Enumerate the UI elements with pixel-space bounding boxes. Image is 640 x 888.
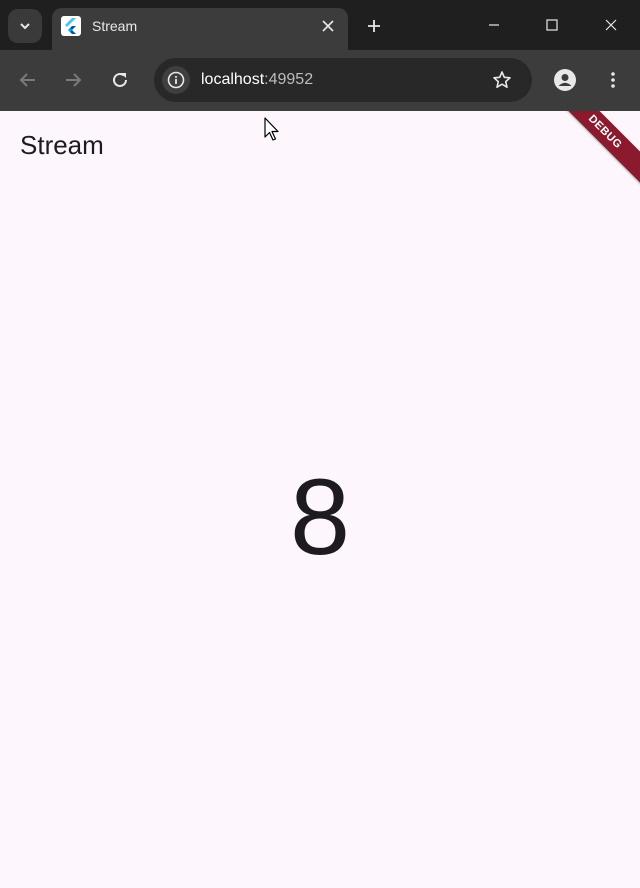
browser-menu-button[interactable] bbox=[596, 63, 630, 97]
app-page: Stream 8 DEBUG bbox=[0, 111, 640, 888]
profile-button[interactable] bbox=[548, 63, 582, 97]
address-bar[interactable]: localhost:49952 bbox=[154, 58, 532, 102]
site-info-button[interactable] bbox=[162, 66, 190, 94]
app-bar-title: Stream bbox=[20, 130, 104, 160]
new-tab-button[interactable] bbox=[360, 12, 388, 40]
tab-close-button[interactable] bbox=[316, 14, 340, 38]
maximize-icon bbox=[546, 19, 558, 31]
url-port: :49952 bbox=[264, 71, 314, 88]
close-icon bbox=[322, 20, 334, 32]
flutter-icon bbox=[61, 16, 81, 36]
reload-icon bbox=[113, 72, 127, 87]
mouse-cursor-icon bbox=[264, 117, 279, 141]
url-host: localhost bbox=[201, 71, 265, 88]
tab-title: Stream bbox=[92, 18, 138, 34]
back-button[interactable] bbox=[11, 63, 45, 97]
window-close-icon bbox=[605, 19, 617, 31]
profile-icon bbox=[554, 69, 576, 91]
minimize-icon bbox=[489, 24, 499, 26]
browser-toolbar: localhost:49952 bbox=[0, 50, 640, 111]
tab-strip: Stream bbox=[0, 0, 640, 50]
browser-tab[interactable]: Stream bbox=[52, 8, 348, 50]
stream-value-text: 8 bbox=[289, 456, 351, 577]
reload-button[interactable] bbox=[103, 63, 137, 97]
url-text: localhost:49952 bbox=[201, 71, 313, 89]
plus-icon bbox=[368, 20, 380, 32]
info-icon bbox=[167, 71, 185, 89]
debug-banner: DEBUG bbox=[552, 111, 640, 185]
minimize-button[interactable] bbox=[465, 0, 523, 50]
bookmark-button[interactable] bbox=[490, 68, 514, 92]
maximize-button[interactable] bbox=[523, 0, 581, 50]
star-icon bbox=[493, 71, 511, 88]
back-arrow-icon bbox=[19, 73, 35, 87]
window-close-button[interactable] bbox=[582, 0, 640, 50]
tab-search-icon bbox=[20, 23, 30, 30]
forward-arrow-icon bbox=[66, 73, 82, 87]
more-vert-icon bbox=[611, 72, 615, 88]
forward-button[interactable] bbox=[56, 63, 90, 97]
tab-search-button[interactable] bbox=[8, 9, 42, 43]
